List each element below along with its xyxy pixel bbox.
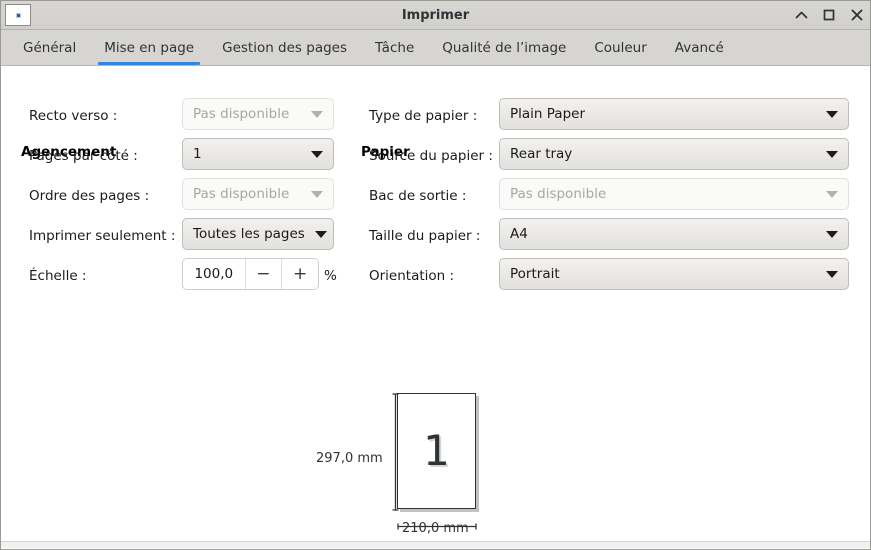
chevron-down-icon: [311, 150, 323, 158]
combo-value: 1: [193, 146, 202, 162]
label-taille-du-papier: Taille du papier :: [369, 228, 481, 244]
print-dialog-window: Imprimer Général Mise en page Gestion de…: [0, 0, 871, 550]
maximize-button[interactable]: [822, 7, 836, 23]
tab-qualite-de-l-image[interactable]: Qualité de l’image: [428, 30, 580, 65]
window-controls: [794, 1, 864, 29]
tab-couleur[interactable]: Couleur: [580, 30, 660, 65]
combo-value: Pas disponible: [510, 186, 607, 202]
tab-label: Général: [23, 39, 77, 56]
page-preview-number: 1: [423, 426, 450, 475]
tab-label: Couleur: [594, 39, 647, 56]
chevron-down-icon: [314, 230, 327, 238]
page-preview: 1: [397, 393, 476, 509]
combo-value: A4: [510, 226, 528, 242]
tab-label: Tâche: [375, 39, 415, 56]
document-icon: [5, 4, 31, 26]
chevron-down-icon: [826, 270, 838, 278]
combo-taille-du-papier[interactable]: A4: [499, 218, 849, 250]
label-imprimer-seulement: Imprimer seulement :: [29, 228, 176, 244]
label-type-de-papier: Type de papier :: [369, 108, 478, 124]
scale-unit-label: %: [324, 268, 337, 284]
chevron-down-icon: [311, 190, 323, 198]
chevron-down-icon: [826, 110, 838, 118]
combo-imprimer-seulement[interactable]: Toutes les pages: [182, 218, 334, 250]
combo-value: Portrait: [510, 266, 560, 282]
label-bac-de-sortie: Bac de sortie :: [369, 188, 467, 204]
tab-underline: [669, 62, 730, 65]
tab-avance[interactable]: Avancé: [661, 30, 738, 65]
close-button[interactable]: [850, 7, 864, 23]
scale-decrement-button[interactable]: −: [244, 259, 282, 289]
tab-gestion-des-pages[interactable]: Gestion des pages: [208, 30, 361, 65]
combo-value: Plain Paper: [510, 106, 585, 122]
label-source-du-papier: Source du papier :: [369, 148, 493, 164]
combo-source-du-papier[interactable]: Rear tray: [499, 138, 849, 170]
label-orientation: Orientation :: [369, 268, 455, 284]
tab-general[interactable]: Général: [9, 30, 90, 65]
tab-underline: [436, 62, 572, 65]
tab-underline: [588, 62, 652, 65]
page-height-label: 297,0 mm: [316, 451, 383, 466]
combo-pages-par-cote[interactable]: 1: [182, 138, 334, 170]
label-echelle: Échelle :: [29, 268, 87, 284]
tab-underline: [369, 62, 420, 65]
label-recto-verso: Recto verso :: [29, 108, 118, 124]
combo-type-de-papier[interactable]: Plain Paper: [499, 98, 849, 130]
tab-underline: [216, 62, 353, 65]
combo-ordre-des-pages: Pas disponible: [182, 178, 334, 210]
tab-label: Mise en page: [104, 39, 195, 56]
scale-increment-button[interactable]: +: [281, 259, 318, 289]
tab-bar: Général Mise en page Gestion des pages T…: [1, 30, 870, 66]
dialog-content: Agencement Recto verso : Pas disponible …: [1, 66, 870, 548]
tab-underline: [98, 62, 201, 65]
page-width-label: 210,0 mm: [402, 521, 469, 536]
combo-orientation[interactable]: Portrait: [499, 258, 849, 290]
combo-value: Rear tray: [510, 146, 573, 162]
label-ordre-des-pages: Ordre des pages :: [29, 188, 150, 204]
chevron-down-icon: [826, 190, 838, 198]
minimize-button[interactable]: [794, 7, 808, 23]
tab-tache[interactable]: Tâche: [361, 30, 428, 65]
combo-value: Pas disponible: [193, 186, 290, 202]
scale-spinner: 100,0 − +: [182, 258, 319, 290]
page-height-dimension-line: [392, 393, 399, 511]
tab-mise-en-page[interactable]: Mise en page: [90, 30, 208, 65]
scale-input[interactable]: 100,0: [183, 259, 245, 289]
combo-value: Pas disponible: [193, 106, 290, 122]
label-pages-par-cote: Pages par côté :: [29, 148, 138, 164]
combo-value: Toutes les pages: [193, 226, 305, 242]
chevron-down-icon: [826, 230, 838, 238]
window-title: Imprimer: [401, 7, 470, 23]
tab-underline: [17, 62, 82, 65]
combo-bac-de-sortie: Pas disponible: [499, 178, 849, 210]
chevron-down-icon: [311, 110, 323, 118]
tab-label: Qualité de l’image: [442, 39, 567, 56]
document-icon-mark: [15, 12, 21, 18]
tab-label: Avancé: [674, 39, 724, 56]
chevron-down-icon: [826, 150, 838, 158]
combo-recto-verso: Pas disponible: [182, 98, 334, 130]
title-bar: Imprimer: [1, 1, 870, 30]
footer-strip: [1, 541, 870, 548]
tab-label: Gestion des pages: [222, 39, 348, 56]
